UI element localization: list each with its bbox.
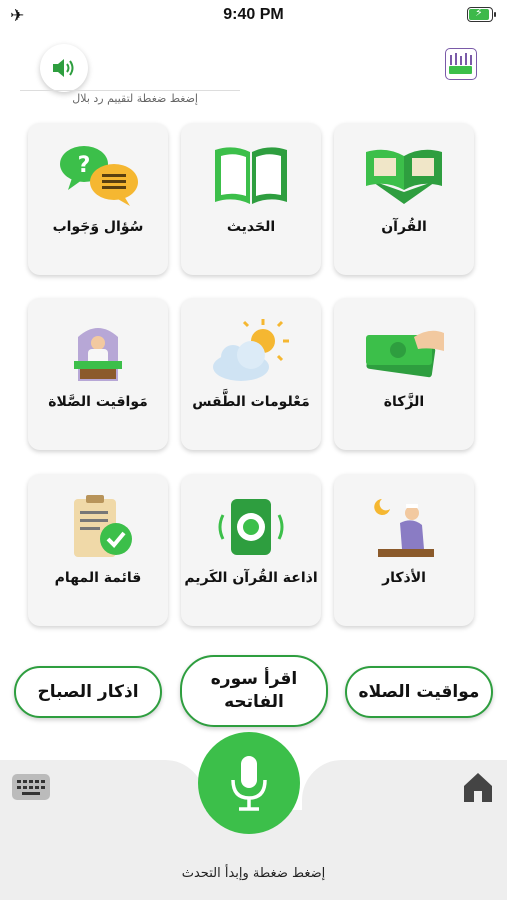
battery-charging-icon: ⚡ [467,6,496,22]
hint-divider [20,90,240,91]
keyboard-icon[interactable] [12,774,50,800]
speaker-icon [53,59,74,77]
tile-qa[interactable]: ? سُؤال وَجَواب [28,123,168,275]
quran-icon [359,141,449,213]
bilal-logo-icon[interactable] [445,48,477,80]
tile-zakat[interactable]: الزَّكاة [334,298,474,450]
svg-text:?: ? [78,153,91,178]
tile-label: الحَديث [226,219,276,235]
read-fatiha-line1: اقرأ سوره [210,669,298,690]
tile-label: مَواقيت الصَّلاة [48,394,148,410]
tile-adhkar[interactable]: الأذكار [334,474,474,626]
tile-tasks[interactable]: قائمة المهام [28,474,168,626]
speaker-button[interactable] [40,44,88,92]
tile-label: مَعْلومات الطَّقس [192,394,310,410]
tile-hadith[interactable]: الحَديث [181,123,321,275]
tile-label: اذاعة القُرآن الكَريم [184,570,318,586]
tile-prayer-times[interactable]: مَواقيت الصَّلاة [28,298,168,450]
open-book-icon [206,141,296,213]
morning-adhkar-button[interactable]: اذكار الصباح [14,666,162,718]
prayer-times-button[interactable]: مواقيت الصلاه [345,666,493,718]
morning-adhkar-label: اذكار الصباح [37,682,139,702]
praying-person-icon [359,492,449,564]
tile-weather[interactable]: مَعْلومات الطَّقس [181,298,321,450]
read-fatiha-line2: الفاتحه [224,692,284,712]
question-answer-icon: ? [53,141,143,213]
read-fatiha-button[interactable]: اقرأ سوره الفاتحه [180,655,328,727]
rating-hint[interactable]: إضغط ضغطة لتقييم رد بلال [18,92,198,105]
speak-hint: إضغط ضغطة وإبدأ التحدث [181,866,326,881]
money-hand-icon [359,316,449,388]
clipboard-check-icon [53,492,143,564]
microphone-icon [231,756,267,811]
tile-label: القُرآن [381,219,427,235]
microphone-button[interactable] [198,732,300,834]
weather-icon [206,316,296,388]
tile-label: الزَّكاة [383,394,425,410]
tile-label: سُؤال وَجَواب [52,219,144,235]
status-bar: ✈ 9:40 PM ⚡ [0,0,507,34]
status-time: 9:40 PM [223,6,284,23]
tile-label: الأذكار [382,570,426,586]
tile-quran[interactable]: القُرآن [334,123,474,275]
radio-speaker-icon [206,492,296,564]
home-icon[interactable] [461,770,495,804]
tile-label: قائمة المهام [54,570,142,586]
mosque-person-icon [53,316,143,388]
tile-quran-radio[interactable]: اذاعة القُرآن الكَريم [181,474,321,626]
prayer-times-label: مواقيت الصلاه [358,682,480,702]
